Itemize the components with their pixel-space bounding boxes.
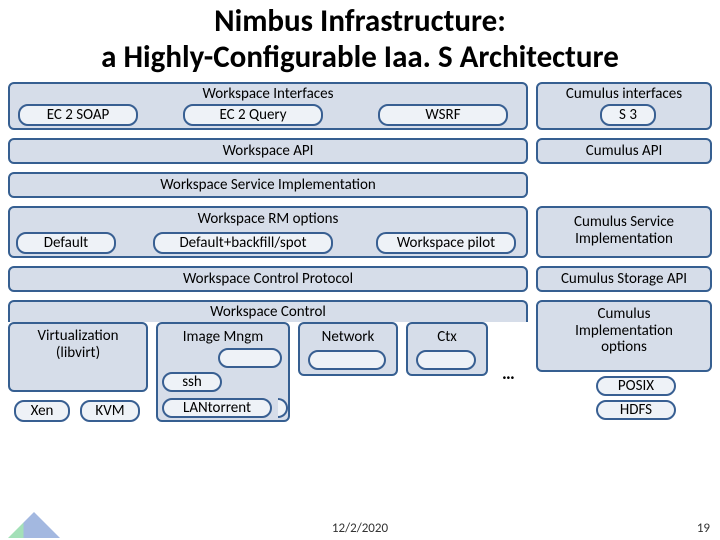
cumulus-storage-api-label: Cumulus Storage API: [538, 270, 710, 288]
ws-rm-options-label: Workspace RM options: [10, 210, 526, 228]
cumulus-impl-l1: Cumulus: [598, 305, 651, 323]
title-line1: Nimbus Infrastructure:: [214, 2, 506, 40]
lantorrent-pill: LANtorrent: [162, 398, 272, 418]
cumulus-interfaces-label: Cumulus interfaces: [538, 85, 710, 103]
footer-date: 12/2/2020: [0, 521, 720, 536]
ec2-soap-pill: EC 2 SOAP: [18, 104, 138, 126]
ws-control-box: Workspace Control: [8, 300, 528, 322]
ws-service-impl-label: Workspace Service Implementation: [10, 176, 526, 194]
s3-pill: S 3: [600, 104, 656, 126]
ws-ctrl-protocol-box: Workspace Control Protocol: [8, 266, 528, 292]
network-label: Network: [300, 328, 396, 346]
ec2-query-pill: EC 2 Query: [183, 104, 323, 126]
workspace-api-label: Workspace API: [10, 142, 526, 160]
image-mgmt-label: Image Mngm: [158, 328, 288, 346]
cumulus-impl-opts-box: Cumulus Implementation options: [536, 300, 712, 372]
default-backfill-pill: Default+backfill/spot: [153, 232, 333, 254]
cumulus-service-impl-box: Cumulus Service Implementation: [536, 206, 712, 258]
ws-control-label: Workspace Control: [10, 303, 526, 321]
cumulus-service-impl-l1: Cumulus Service: [574, 213, 674, 231]
virtualization-box: Virtualization (libvirt): [8, 322, 148, 392]
ws-ctrl-protocol-label: Workspace Control Protocol: [10, 270, 526, 288]
cumulus-impl-l2: Implementation: [575, 322, 673, 340]
workspace-api-box: Workspace API: [8, 138, 528, 164]
cumulus-service-impl-l2: Implementation: [575, 230, 673, 248]
default-pill: Default: [16, 232, 116, 254]
ctx-label: Ctx: [408, 328, 486, 346]
wsrf-pill: WSRF: [378, 104, 508, 126]
footer-page: 19: [697, 521, 710, 536]
ws-pilot-pill: Workspace pilot: [376, 232, 516, 254]
virt-l2: (libvirt): [56, 344, 100, 362]
title-line2: a Highly-Configurable Iaa. S Architectur…: [101, 38, 619, 76]
hdfs-pill: HDFS: [596, 400, 676, 420]
cumulus-api-label: Cumulus API: [538, 142, 710, 160]
ssh-pill: ssh: [162, 372, 222, 392]
kvm-pill: KVM: [80, 400, 140, 422]
posix-pill: POSIX: [596, 376, 676, 396]
network-empty-pill: [308, 350, 386, 370]
ellipsis: …: [502, 362, 515, 384]
cumulus-storage-api-box: Cumulus Storage API: [536, 266, 712, 292]
ctx-empty-pill: [416, 350, 476, 370]
cumulus-impl-l3: options: [601, 338, 647, 356]
image-mgmt-empty-pill: [218, 348, 282, 368]
xen-pill: Xen: [14, 400, 70, 422]
cumulus-api-box: Cumulus API: [536, 138, 712, 164]
workspace-interfaces-label: Workspace Interfaces: [10, 85, 526, 103]
virt-l1: Virtualization: [37, 327, 118, 345]
ws-service-impl-box: Workspace Service Implementation: [8, 172, 528, 198]
